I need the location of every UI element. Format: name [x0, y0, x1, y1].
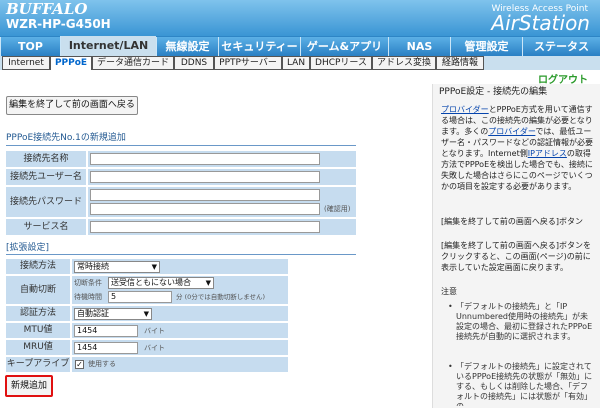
mru-unit: バイト	[144, 344, 165, 352]
conn-password-confirm-input[interactable]	[90, 203, 320, 215]
conn-password-input[interactable]	[90, 189, 320, 201]
help-subtitle: [編集を終了して前の画面へ戻る]ボタン	[441, 217, 584, 226]
back-button[interactable]: 編集を終了して前の画面へ戻る	[6, 96, 138, 115]
keepalive-checkbox[interactable]: ✓	[75, 360, 84, 369]
auth-method-value: 自動認証	[77, 309, 109, 318]
tab-top[interactable]: TOP	[0, 37, 60, 56]
subtab-pppoe[interactable]: PPPoE	[50, 56, 92, 70]
section1-title: PPPoE接続先No.1の新規追加	[6, 133, 126, 143]
tab-internet-lan[interactable]: Internet/LAN	[60, 36, 156, 56]
subtab-pptp-server[interactable]: PPTPサーバー	[214, 56, 282, 70]
add-button[interactable]: 新規追加	[5, 375, 53, 397]
label-keepalive: キープアライブ	[6, 357, 70, 372]
tab-admin[interactable]: 管理設定	[450, 37, 522, 56]
tab-status[interactable]: ステータス	[522, 37, 600, 56]
conn-name-input[interactable]	[90, 153, 320, 165]
tab-nas[interactable]: NAS	[388, 37, 450, 56]
provider-link-2[interactable]: プロバイダー	[488, 127, 535, 136]
label-conn-password: 接続先パスワード	[6, 187, 86, 217]
disconnect-condition-value: 送受信ともにない場合	[111, 278, 191, 287]
conn-method-select[interactable]: 常時接続 ▼	[74, 261, 160, 273]
caution-heading: 注意	[441, 287, 457, 296]
tab-wireless[interactable]: 無線設定	[156, 37, 218, 56]
tab-game-apps[interactable]: ゲーム&アプリ	[300, 37, 388, 56]
header-bar: BUFFALO WZR-HP-G450H Wireless Access Poi…	[0, 0, 600, 36]
bullet-1: •	[448, 302, 453, 311]
wait-time-input[interactable]: 5	[108, 291, 172, 303]
subtab-lan[interactable]: LAN	[282, 56, 310, 70]
brand-logo: BUFFALO	[6, 0, 88, 18]
service-name-input[interactable]	[90, 221, 320, 233]
auth-method-select[interactable]: 自動認証 ▼	[74, 308, 152, 320]
label-mtu: MTU値	[6, 323, 70, 338]
conn-method-value: 常時接続	[77, 262, 109, 271]
chevron-down-icon: ▼	[143, 310, 149, 318]
label-conn-method: 接続方法	[6, 259, 70, 274]
keepalive-checkbox-label: 使用する	[88, 360, 116, 368]
label-mru: MRU値	[6, 340, 70, 355]
note-2: 「デフォルトの接続先」に設定されているPPPoE接続先の状態が「無効」にする、も…	[456, 362, 593, 406]
subtab-nat[interactable]: アドレス変換	[372, 56, 436, 70]
mru-input[interactable]: 1454	[74, 342, 138, 354]
disconnect-condition-select[interactable]: 送受信ともにない場合 ▼	[108, 277, 214, 289]
bullet-2: •	[448, 362, 453, 371]
provider-link[interactable]: プロバイダー	[441, 105, 489, 114]
help-title: PPPoE設定 - 接続先の編集	[439, 87, 548, 97]
tab-security[interactable]: セキュリティー	[218, 37, 300, 56]
label-conn-user: 接続先ユーザー名	[6, 169, 86, 185]
subtab-dhcp-lease[interactable]: DHCPリース	[310, 56, 372, 70]
password-confirm-note: (確認用)	[324, 205, 351, 213]
ip-address-link[interactable]: IPアドレス	[528, 149, 567, 158]
subtab-internet[interactable]: Internet	[2, 56, 50, 70]
help-subtext: [編集を終了して前の画面へ戻る]ボタンをクリックすると、この画面(ページ)の前に…	[441, 241, 592, 272]
label-auto-disconnect: 自動切断	[6, 276, 70, 304]
conn-user-input[interactable]	[90, 171, 320, 183]
section2-rule	[6, 254, 356, 255]
subtab-routing[interactable]: 経路情報	[436, 56, 484, 70]
wait-time-label: 待機時間	[74, 293, 102, 301]
label-auth-method: 認証方法	[6, 306, 70, 321]
subtab-ddns[interactable]: DDNS	[174, 56, 214, 70]
chevron-down-icon: ▼	[151, 263, 157, 271]
wait-time-note: 分 (0分では自動切断しません)	[176, 293, 266, 301]
label-service-name: サービス名	[6, 219, 86, 235]
mtu-unit: バイト	[144, 327, 165, 335]
note-1: 「デフォルトの接続先」と「IP Unnumbered使用時の接続先」が未設定の場…	[456, 302, 593, 341]
model-name: WZR-HP-G450H	[6, 17, 111, 31]
section2-title: [拡張設定]	[6, 243, 50, 253]
section1-rule	[6, 145, 356, 146]
disconnect-condition-label: 切断条件	[74, 279, 102, 287]
product-logo: AirStation	[491, 11, 590, 35]
subtab-data-card[interactable]: データ通信カード	[92, 56, 174, 70]
chevron-down-icon: ▼	[205, 279, 211, 287]
mtu-input[interactable]: 1454	[74, 325, 138, 337]
help-paragraph: プロバイダーとPPPoE方式を用いて通信する場合は、この接続先の編集が必要となり…	[441, 104, 595, 192]
label-conn-name: 接続先名称	[6, 151, 86, 167]
